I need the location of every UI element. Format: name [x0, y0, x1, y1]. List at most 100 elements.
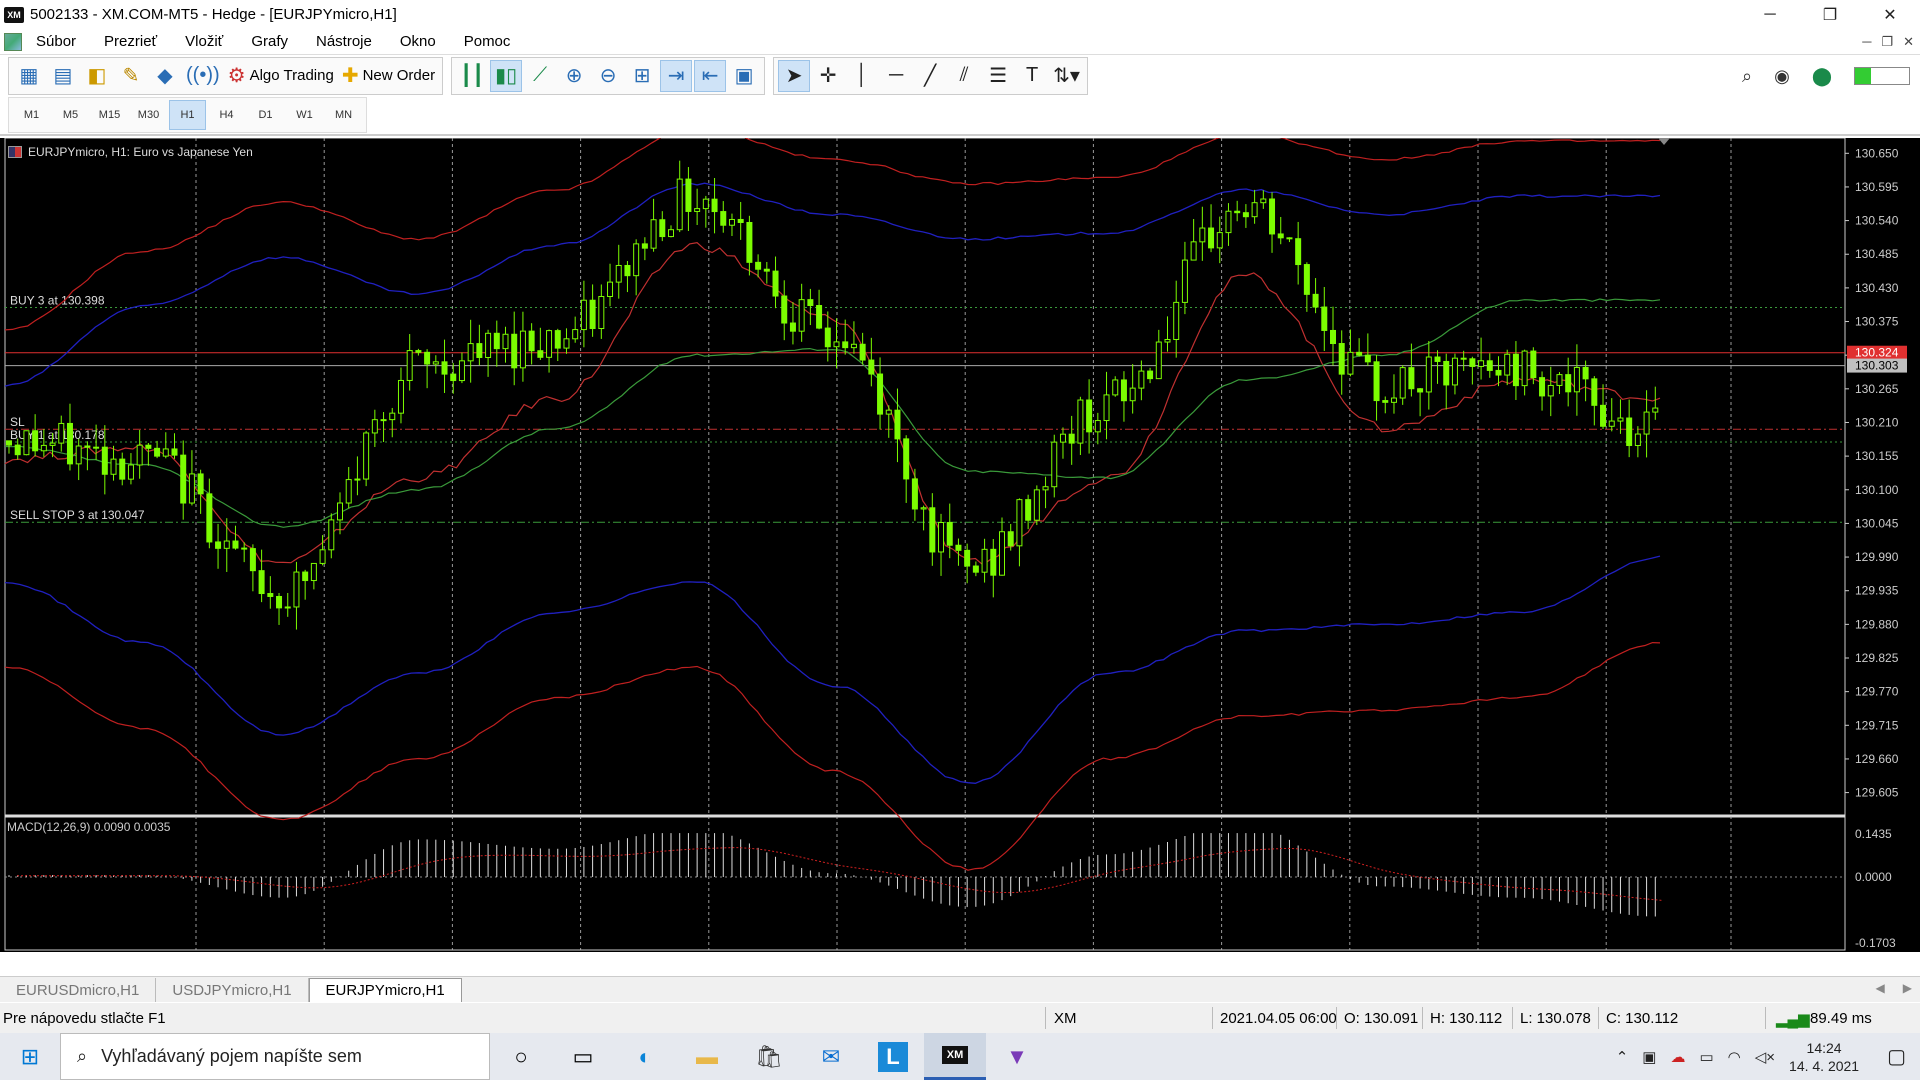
- bar-chart-icon[interactable]: ┃┃: [456, 60, 488, 92]
- menu-file[interactable]: Súbor: [22, 29, 90, 54]
- price-chart[interactable]: 2 Apr 20212 Apr 16:005 Apr 08:006 Apr 00…: [0, 138, 1920, 952]
- tray-wifi-icon[interactable]: ◠: [1728, 1048, 1741, 1066]
- candle-body: [816, 305, 823, 329]
- timeframe-w1[interactable]: W1: [286, 100, 323, 130]
- signals-icon[interactable]: ((•)): [183, 60, 223, 92]
- line-chart-icon[interactable]: ⟋: [524, 60, 556, 92]
- market-watch-icon[interactable]: ◧: [81, 60, 113, 92]
- candle-body: [249, 548, 256, 572]
- tray-meet-icon[interactable]: ▣: [1642, 1048, 1656, 1066]
- search-icon[interactable]: ⌕: [1742, 66, 1752, 87]
- tab-eurjpymicro[interactable]: EURJPYmicro,H1: [308, 978, 462, 1002]
- menu-view[interactable]: Prezrieť: [90, 29, 171, 54]
- vpn-app-icon[interactable]: ▼: [986, 1033, 1048, 1080]
- vps-icon[interactable]: ⬤: [1812, 66, 1832, 87]
- menu-insert[interactable]: Vložiť: [171, 29, 237, 54]
- vertical-line-icon[interactable]: │: [846, 60, 878, 92]
- fibonacci-icon[interactable]: ☰: [982, 60, 1014, 92]
- chart-shift-icon[interactable]: ⇤: [694, 59, 727, 92]
- task-view-icon[interactable]: ▭: [552, 1033, 614, 1080]
- candle-body: [868, 359, 875, 375]
- store-icon[interactable]: 🛍: [738, 1033, 800, 1080]
- candle-body: [371, 419, 378, 434]
- equidistant-channel-icon[interactable]: ⫽: [948, 60, 980, 92]
- candle-body: [1565, 374, 1572, 393]
- tab-scroll-left-icon[interactable]: ◀: [1876, 981, 1885, 995]
- mdi-close-icon[interactable]: ✕: [1903, 34, 1914, 50]
- edge-icon[interactable]: ◐: [614, 1033, 676, 1080]
- timeframe-h4[interactable]: H4: [208, 100, 245, 130]
- file-explorer-icon[interactable]: ▬: [676, 1033, 738, 1080]
- restore-button[interactable]: ❐: [1800, 0, 1860, 29]
- l-app-icon[interactable]: L: [862, 1033, 924, 1080]
- candle-body: [1478, 360, 1485, 367]
- search-icon: ⌕: [77, 1046, 88, 1066]
- candle-body: [546, 330, 553, 358]
- timeframe-m30[interactable]: M30: [130, 100, 167, 130]
- candle-body: [1016, 499, 1023, 547]
- timeframe-m15[interactable]: M15: [91, 100, 128, 130]
- cortana-icon[interactable]: ○: [490, 1033, 552, 1080]
- start-button[interactable]: ⊞: [0, 1033, 60, 1080]
- status-high: H: 130.112: [1430, 1010, 1503, 1027]
- taskbar-search[interactable]: ⌕ Vyhľadávaný pojem napíšte sem: [60, 1033, 490, 1080]
- algo-trading-button[interactable]: ⚙ Algo Trading: [225, 60, 337, 92]
- chart-window[interactable]: 2 Apr 20212 Apr 16:005 Apr 08:006 Apr 00…: [0, 138, 1920, 952]
- order-line-label: SELL STOP 3 at 130.047: [10, 508, 145, 522]
- menu-tools[interactable]: Nástroje: [302, 29, 386, 54]
- tab-scroll-right-icon[interactable]: ▶: [1903, 981, 1912, 995]
- timeframe-m5[interactable]: M5: [52, 100, 89, 130]
- price-axis-label: 129.880: [1855, 617, 1899, 631]
- text-icon[interactable]: T: [1016, 60, 1048, 92]
- menu-charts[interactable]: Grafy: [237, 29, 302, 54]
- timeframe-m1[interactable]: M1: [13, 100, 50, 130]
- candle-body: [650, 219, 657, 249]
- taskbar-clock[interactable]: 14:24 14. 4. 2021: [1789, 1039, 1859, 1075]
- mail-icon[interactable]: ✉: [800, 1033, 862, 1080]
- zoom-in-icon[interactable]: ⊕: [558, 60, 590, 92]
- zoom-out-icon[interactable]: ⊖: [592, 60, 624, 92]
- tray-battery-icon[interactable]: ▭: [1699, 1048, 1713, 1066]
- close-button[interactable]: ✕: [1860, 0, 1920, 29]
- mdi-restore-icon[interactable]: ❐: [1881, 34, 1893, 50]
- price-axis-label: 129.660: [1855, 752, 1899, 766]
- tray-volume-icon[interactable]: ◁×: [1755, 1048, 1775, 1066]
- candle-body: [1007, 531, 1014, 547]
- menu-help[interactable]: Pomoc: [450, 29, 525, 54]
- arrows-icon[interactable]: ⇅▾: [1050, 60, 1083, 92]
- templates-icon[interactable]: ▣: [728, 60, 760, 92]
- chart-shift-marker: [1658, 138, 1670, 145]
- trendline-icon[interactable]: ╱: [914, 60, 946, 92]
- menu-window[interactable]: Okno: [386, 29, 450, 54]
- algo-trading-label: Algo Trading: [249, 67, 334, 84]
- metaeditor-icon[interactable]: ◆: [149, 60, 181, 92]
- candle-body: [755, 261, 762, 270]
- autoscroll-icon[interactable]: ⇥: [660, 59, 693, 92]
- new-chart-icon[interactable]: ▦: [13, 60, 45, 92]
- chart-window-icon[interactable]: [4, 32, 22, 51]
- crosshair-icon[interactable]: ✛: [812, 60, 844, 92]
- mdi-minimize-icon[interactable]: ─: [1862, 34, 1871, 49]
- notifications-icon[interactable]: ▢: [1887, 1044, 1906, 1069]
- tray-chevron-icon[interactable]: ⌃: [1616, 1048, 1629, 1066]
- horizontal-line-icon[interactable]: ─: [880, 60, 912, 92]
- tray-onedrive-icon[interactable]: ☁: [1670, 1048, 1685, 1066]
- timeframe-h1[interactable]: H1: [169, 100, 206, 130]
- timeframe-mn[interactable]: MN: [325, 100, 362, 130]
- cursor-icon[interactable]: ➤: [778, 59, 811, 92]
- candle-body: [511, 333, 518, 369]
- candlestick-icon[interactable]: ▮▯: [490, 59, 523, 92]
- minimize-button[interactable]: ─: [1740, 0, 1800, 29]
- xm-app-icon[interactable]: XM: [924, 1033, 986, 1080]
- account-icon[interactable]: ◉: [1774, 66, 1790, 87]
- candle-body: [23, 430, 30, 456]
- profiles-icon[interactable]: ▤: [47, 60, 79, 92]
- timeframe-d1[interactable]: D1: [247, 100, 284, 130]
- candle-body: [999, 531, 1005, 576]
- chart-tabs: EURUSDmicro,H1 USDJPYmicro,H1 EURJPYmicr…: [0, 976, 1920, 1002]
- tile-windows-icon[interactable]: ⊞: [626, 60, 658, 92]
- tab-usdjpymicro[interactable]: USDJPYmicro,H1: [156, 978, 309, 1002]
- strategy-tester-icon[interactable]: ✎: [115, 60, 147, 92]
- tab-eurusdmicro[interactable]: EURUSDmicro,H1: [0, 978, 157, 1002]
- new-order-button[interactable]: ✚ New Order: [339, 60, 438, 92]
